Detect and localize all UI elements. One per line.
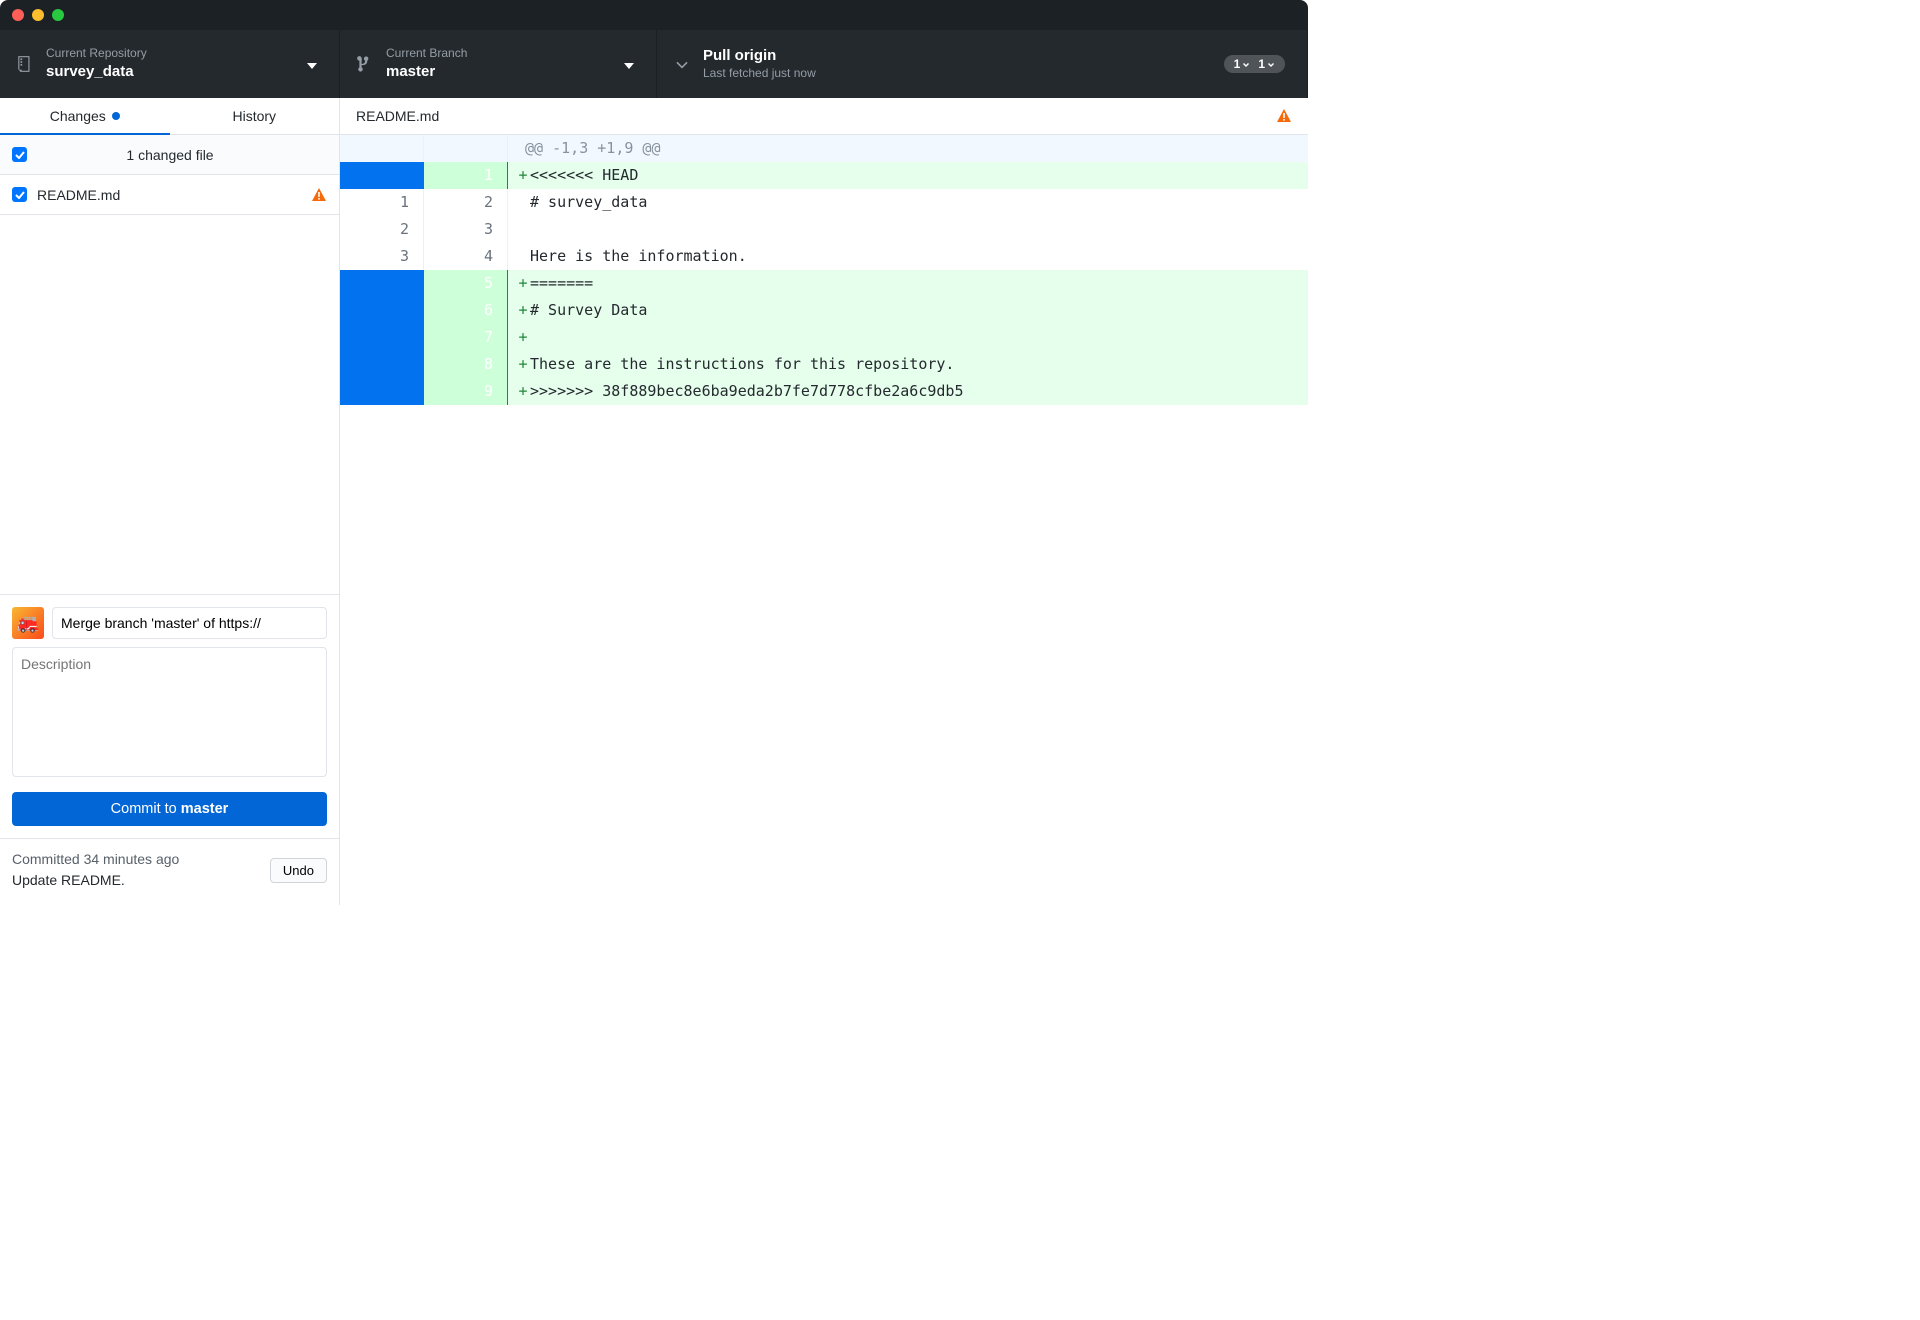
- file-row[interactable]: README.md: [0, 175, 339, 215]
- tab-changes[interactable]: Changes: [0, 98, 170, 134]
- changes-indicator-dot: [112, 112, 120, 120]
- commit-button-prefix: Commit to: [111, 801, 181, 817]
- sidebar: Changes History 1 changed file README.md…: [0, 98, 340, 905]
- diff-line-text: +<<<<<<< HEAD: [508, 162, 1308, 189]
- diff-pane: README.md @@ -1,3 +1,9 @@1+<<<<<<< HEAD1…: [340, 98, 1308, 905]
- pull-button[interactable]: Pull origin Last fetched just now 1 1: [657, 30, 1308, 98]
- window-controls: [12, 9, 64, 21]
- diff-hunk-header: @@ -1,3 +1,9 @@: [340, 135, 1308, 162]
- new-line-number: 3: [424, 216, 508, 243]
- diff-line[interactable]: 34 Here is the information.: [340, 243, 1308, 270]
- new-line-number: 5: [424, 270, 508, 297]
- chevron-down-icon: [624, 56, 634, 72]
- file-list: README.md: [0, 175, 339, 215]
- diff-line[interactable]: 9+>>>>>>> 38f889bec8e6ba9eda2b7fe7d778cf…: [340, 378, 1308, 405]
- diff-line-text: +These are the instructions for this rep…: [508, 351, 1308, 378]
- commit-description-input[interactable]: [12, 647, 327, 777]
- arrow-down-icon: [1267, 60, 1275, 68]
- new-line-number: 1: [424, 162, 508, 189]
- old-line-number: 1: [340, 189, 424, 216]
- commit-summary-input[interactable]: [52, 607, 327, 639]
- commit-form: 🚒 Commit to master: [0, 594, 339, 838]
- changed-files-header: 1 changed file: [0, 135, 339, 175]
- diff-line[interactable]: 23: [340, 216, 1308, 243]
- new-line-number: 2: [424, 189, 508, 216]
- diff-line[interactable]: 6+# Survey Data: [340, 297, 1308, 324]
- old-line-number: [340, 297, 424, 324]
- undo-button[interactable]: Undo: [270, 858, 327, 883]
- old-line-number: [340, 378, 424, 405]
- branch-label: Current Branch: [386, 46, 467, 62]
- old-line-number: [340, 351, 424, 378]
- diff-line[interactable]: 5+=======: [340, 270, 1308, 297]
- diff-line-text: [508, 216, 1308, 243]
- file-checkbox[interactable]: [12, 187, 27, 202]
- repo-label: Current Repository: [46, 46, 147, 62]
- window-titlebar: [0, 0, 1308, 30]
- chevron-down-icon: [307, 56, 317, 72]
- minimize-window-button[interactable]: [32, 9, 44, 21]
- pull-title: Pull origin: [703, 46, 816, 66]
- old-line-number: 3: [340, 243, 424, 270]
- repo-selector[interactable]: Current Repository survey_data: [0, 30, 340, 98]
- old-line-number: [340, 162, 424, 189]
- diff-line[interactable]: 7+: [340, 324, 1308, 351]
- changed-files-count: 1 changed file: [37, 147, 303, 163]
- last-commit-time: Committed 34 minutes ago: [12, 849, 270, 870]
- select-all-checkbox[interactable]: [12, 147, 27, 162]
- last-commit-message: Update README.: [12, 870, 270, 891]
- tab-history[interactable]: History: [170, 98, 340, 134]
- download-arrow-icon: [673, 55, 691, 73]
- diff-line-text: +=======: [508, 270, 1308, 297]
- repo-icon: [16, 55, 34, 73]
- diff-line-text: +# Survey Data: [508, 297, 1308, 324]
- old-line-number: [340, 270, 424, 297]
- old-line-number: [340, 324, 424, 351]
- last-commit-footer: Committed 34 minutes ago Update README. …: [0, 838, 339, 905]
- commit-button-branch: master: [181, 801, 229, 817]
- top-toolbar: Current Repository survey_data Current B…: [0, 30, 1308, 98]
- diff-line[interactable]: 1+<<<<<<< HEAD: [340, 162, 1308, 189]
- new-line-number: 9: [424, 378, 508, 405]
- old-line-number: 2: [340, 216, 424, 243]
- tab-history-label: History: [232, 108, 276, 124]
- diff-filename: README.md: [356, 108, 1276, 124]
- diff-file-header: README.md: [340, 98, 1308, 135]
- diff-line-text: # survey_data: [508, 189, 1308, 216]
- avatar: 🚒: [12, 607, 44, 639]
- diff-line-text: +>>>>>>> 38f889bec8e6ba9eda2b7fe7d778cfb…: [508, 378, 1308, 405]
- sync-badge: 1 1: [1224, 55, 1285, 73]
- fullscreen-window-button[interactable]: [52, 9, 64, 21]
- diff-body[interactable]: @@ -1,3 +1,9 @@1+<<<<<<< HEAD12 # survey…: [340, 135, 1308, 405]
- new-line-number: 6: [424, 297, 508, 324]
- new-line-number: 4: [424, 243, 508, 270]
- sidebar-tabs: Changes History: [0, 98, 339, 135]
- new-line-number: 8: [424, 351, 508, 378]
- diff-line-text: Here is the information.: [508, 243, 1308, 270]
- file-name: README.md: [37, 187, 311, 203]
- close-window-button[interactable]: [12, 9, 24, 21]
- warning-icon: [311, 187, 327, 203]
- warning-icon: [1276, 108, 1292, 124]
- behind-count: 1: [1234, 57, 1241, 71]
- branch-selector[interactable]: Current Branch master: [340, 30, 657, 98]
- diff-line[interactable]: 12 # survey_data: [340, 189, 1308, 216]
- diff-line-text: +: [508, 324, 1308, 351]
- tab-changes-label: Changes: [50, 108, 106, 124]
- diff-line[interactable]: 8+These are the instructions for this re…: [340, 351, 1308, 378]
- new-line-number: 7: [424, 324, 508, 351]
- branch-name: master: [386, 62, 467, 82]
- pull-subtitle: Last fetched just now: [703, 66, 816, 82]
- arrow-down-icon: [1242, 60, 1250, 68]
- repo-name: survey_data: [46, 62, 147, 82]
- commit-button[interactable]: Commit to master: [12, 792, 327, 826]
- ahead-count: 1: [1258, 57, 1265, 71]
- branch-icon: [356, 55, 374, 73]
